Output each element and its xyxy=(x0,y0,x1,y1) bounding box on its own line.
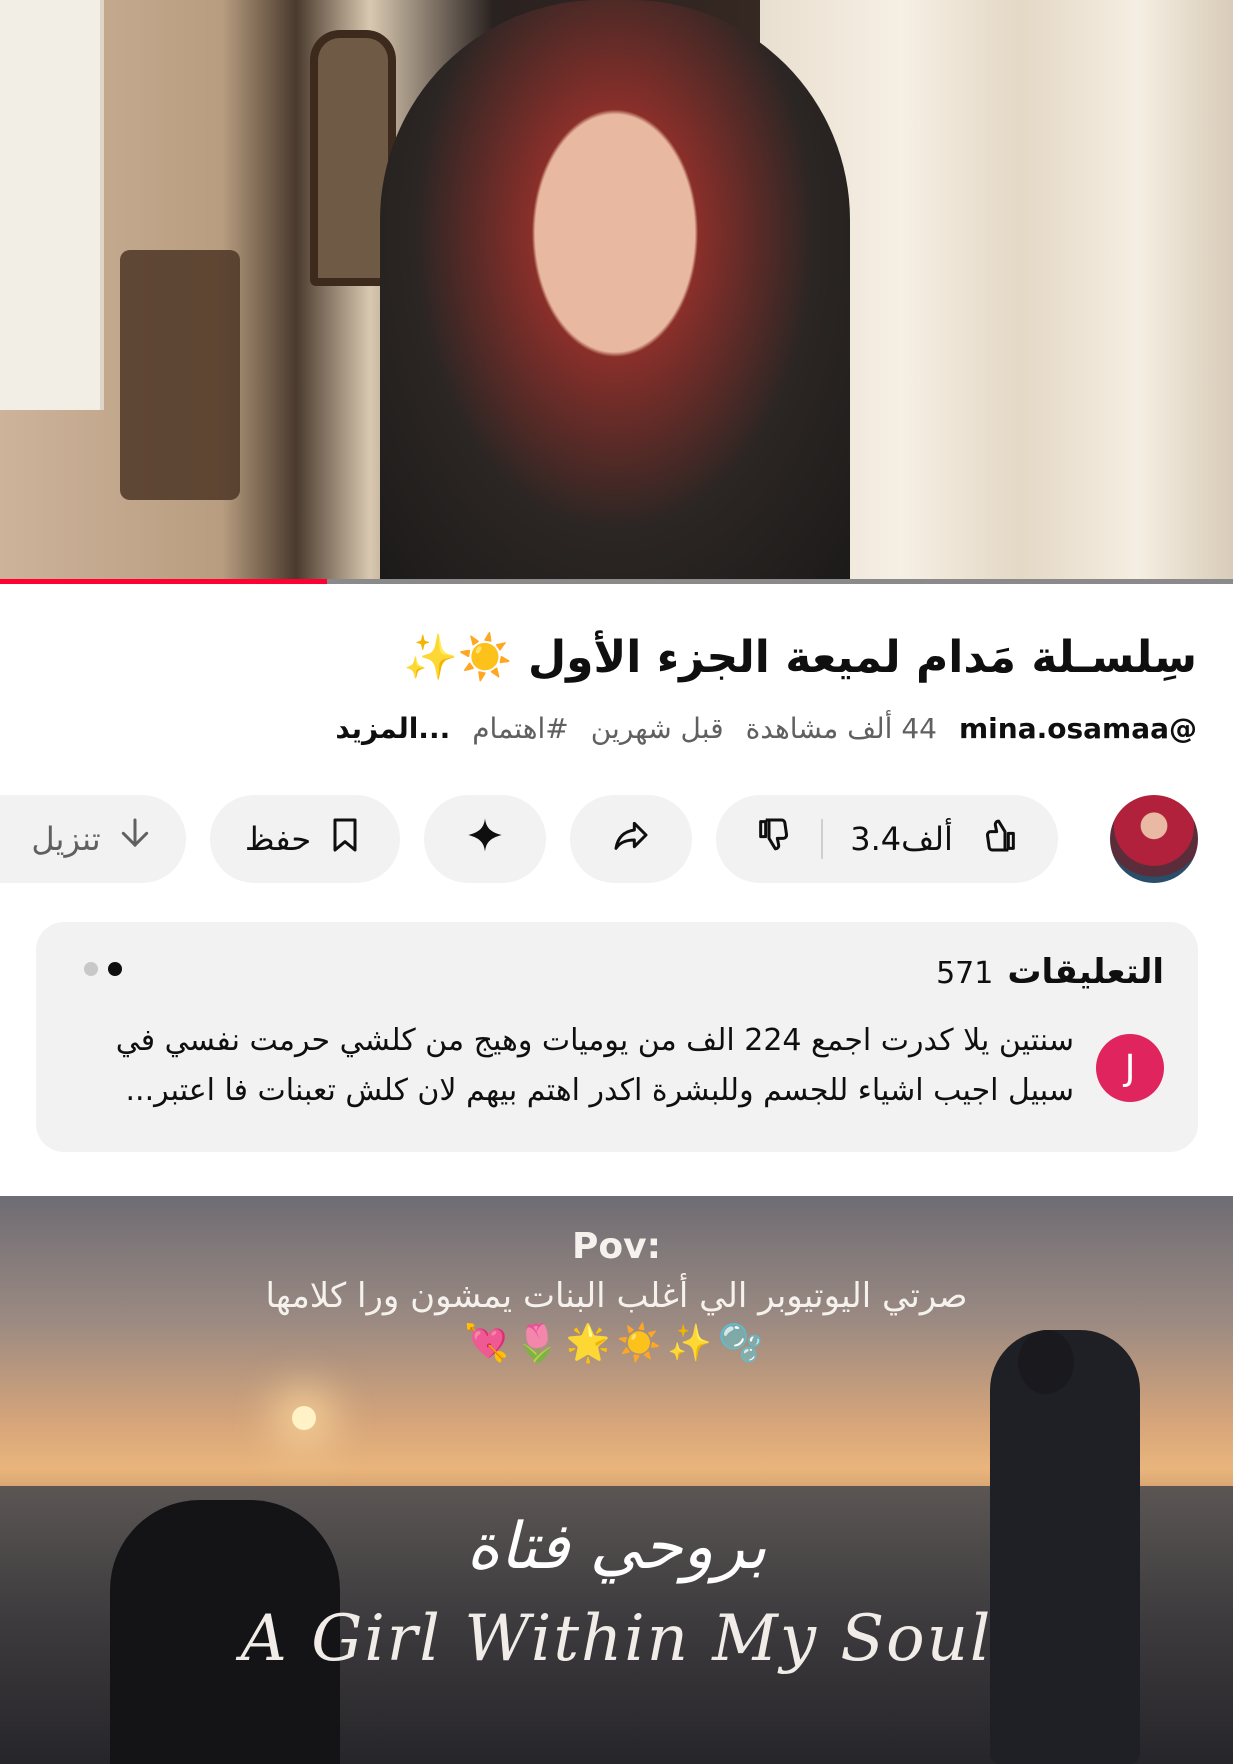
pager-dot-inactive xyxy=(84,962,98,976)
like-count: 3.4ألف xyxy=(850,820,953,858)
video-background-door xyxy=(0,0,104,410)
save-button[interactable]: حفظ xyxy=(210,795,400,883)
hashtag-link[interactable]: #اهتمام xyxy=(472,712,569,745)
view-count: 44 ألف مشاهدة xyxy=(745,712,937,745)
sparkle-icon xyxy=(465,815,505,863)
video-person xyxy=(380,0,850,583)
download-label: تنزيل xyxy=(31,820,101,858)
comments-title: التعليقات xyxy=(1007,952,1164,992)
thumbnail-song-title-arabic: بروحي فتاة xyxy=(466,1510,767,1584)
download-button[interactable]: تنزيل xyxy=(0,795,186,883)
dislike-icon[interactable] xyxy=(754,815,794,863)
upload-time: قبل شهرين xyxy=(590,712,724,745)
video-title[interactable]: سِلسـلة مَدام لميعة الجزء الأول ☀️✨ xyxy=(37,630,1197,686)
channel-handle[interactable]: @mina.osamaa xyxy=(959,712,1197,745)
like-dislike-button[interactable]: 3.4ألف xyxy=(716,795,1058,883)
save-label: حفظ xyxy=(244,820,312,858)
thumbnail-song-title-english: A Girl Within My Soul xyxy=(240,1602,993,1676)
comments-count: 571 xyxy=(936,956,994,991)
comment-avatar[interactable]: J xyxy=(1096,1034,1164,1102)
more-link[interactable]: ...المزيد xyxy=(335,712,450,745)
channel-avatar[interactable] xyxy=(1110,795,1198,883)
comment-text: سنتين يلا كدرت اجمع 224 الف من يوميات وه… xyxy=(115,1023,1074,1108)
video-background-chair xyxy=(120,250,240,500)
bookmark-icon xyxy=(325,815,365,863)
thumbnail-pov-title: Pov: xyxy=(572,1226,661,1267)
like-divider xyxy=(821,819,824,859)
thumbnail-emoji-row: 💘🌷🌟☀️✨🫧 xyxy=(464,1323,769,1364)
share-button[interactable] xyxy=(570,795,692,883)
pager-dot-active xyxy=(108,962,122,976)
comments-pager-dots xyxy=(84,962,122,976)
thumb-up-icon[interactable] xyxy=(980,815,1020,863)
video-meta-row[interactable]: @mina.osamaa 44 ألف مشاهدة قبل شهرين #اه… xyxy=(335,712,1197,745)
comments-header: التعليقات 571 xyxy=(936,952,1164,992)
video-player[interactable] xyxy=(0,0,1233,583)
download-icon xyxy=(115,815,155,863)
thumbnail-pov-line: صرتي اليوتيوبر الي أغلب البنات يمشون ورا… xyxy=(265,1276,968,1316)
thumbnail-sun xyxy=(292,1406,316,1430)
share-icon xyxy=(611,815,651,863)
comments-card[interactable]: التعليقات 571 J سنتين يلا كدرت اجمع 224 … xyxy=(36,922,1198,1152)
ask-ai-button[interactable] xyxy=(424,795,546,883)
